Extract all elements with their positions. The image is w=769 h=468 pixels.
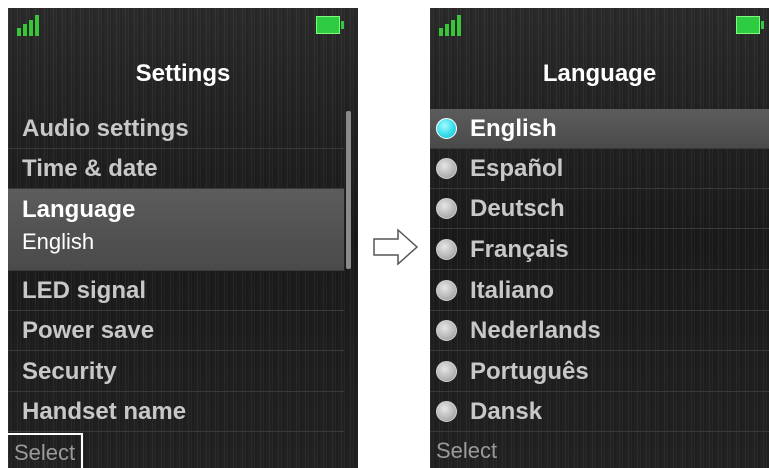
- menu-item-handset-name[interactable]: Handset name: [8, 392, 344, 432]
- option-label: Italiano: [470, 277, 555, 304]
- radio-button-icon: [436, 158, 457, 179]
- language-option-dansk[interactable]: Dansk: [430, 392, 769, 432]
- option-label: Nederlands: [470, 317, 601, 344]
- battery-icon: [316, 16, 344, 36]
- page-title: Language: [542, 60, 657, 87]
- language-option-english[interactable]: English: [430, 109, 769, 149]
- radio-button-icon: [436, 239, 457, 260]
- radio-button-icon: [436, 320, 457, 341]
- battery-icon: [736, 16, 764, 36]
- select-softkey[interactable]: Select: [8, 433, 84, 468]
- menu-item-label: Language: [22, 196, 136, 223]
- language-option-francais[interactable]: Français: [430, 230, 769, 270]
- language-option-italiano[interactable]: Italiano: [430, 271, 769, 311]
- menu-item-current-value: English: [22, 229, 95, 254]
- option-label: Deutsch: [470, 195, 565, 222]
- settings-screen: Settings Audio settings Time & date Lang…: [8, 8, 358, 468]
- menu-item-led-signal[interactable]: LED signal: [8, 271, 344, 311]
- radio-button-icon: [436, 198, 457, 219]
- option-label: Dansk: [470, 398, 543, 425]
- signal-bars-icon: [439, 14, 469, 36]
- menu-item-language[interactable]: Language English: [8, 189, 344, 271]
- page-title: Settings: [135, 60, 231, 87]
- select-softkey[interactable]: Select: [430, 433, 503, 468]
- radio-button-selected-icon: [436, 118, 457, 139]
- signal-bars-icon: [17, 14, 47, 36]
- menu-item-time-date[interactable]: Time & date: [8, 149, 344, 189]
- radio-button-icon: [436, 280, 457, 301]
- language-option-nederlands[interactable]: Nederlands: [430, 311, 769, 351]
- language-screen: Language English Español Deutsch Françai…: [430, 8, 769, 468]
- radio-button-icon: [436, 361, 457, 382]
- language-option-espanol[interactable]: Español: [430, 149, 769, 189]
- scrollbar[interactable]: [346, 111, 351, 269]
- option-label: English: [470, 115, 557, 142]
- language-option-portugues[interactable]: Português: [430, 352, 769, 392]
- menu-item-security[interactable]: Security: [8, 352, 344, 392]
- radio-button-icon: [436, 401, 457, 422]
- right-arrow-icon: [373, 228, 419, 266]
- menu-item-power-save[interactable]: Power save: [8, 311, 344, 351]
- option-label: Français: [470, 236, 569, 263]
- option-label: Español: [470, 155, 564, 182]
- menu-item-audio-settings[interactable]: Audio settings: [8, 109, 344, 149]
- option-label: Português: [470, 358, 589, 385]
- language-option-deutsch[interactable]: Deutsch: [430, 189, 769, 229]
